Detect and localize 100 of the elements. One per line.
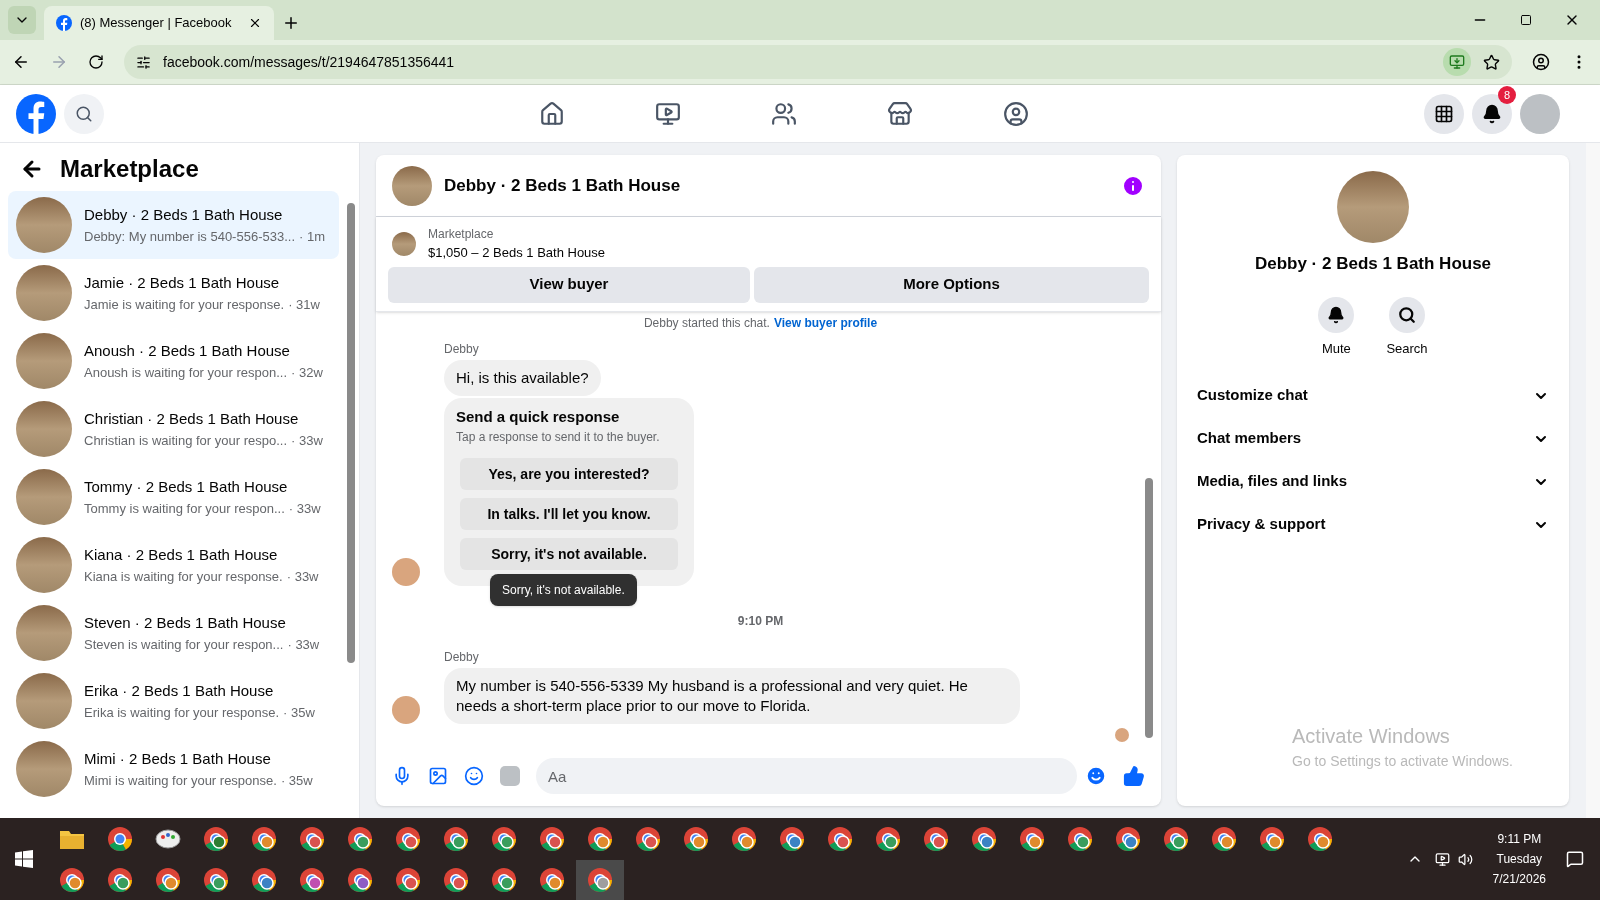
bookmark-star-icon[interactable] bbox=[1483, 53, 1500, 71]
home-icon[interactable] bbox=[539, 100, 565, 127]
details-section[interactable]: Media, files and links bbox=[1193, 460, 1553, 503]
address-bar[interactable]: facebook.com/messages/t/2194647851356441 bbox=[124, 45, 1512, 79]
browser-icon[interactable] bbox=[395, 866, 421, 893]
store-icon[interactable] bbox=[887, 100, 913, 127]
windows-start-icon[interactable] bbox=[15, 850, 33, 868]
browser-icon[interactable] bbox=[443, 825, 469, 852]
like-icon[interactable] bbox=[1123, 765, 1145, 787]
action-button[interactable]: More Options bbox=[754, 266, 1149, 303]
chat-list-item[interactable]: Tommy · 2 Beds 1 Bath House Tommy is waiting for your respon... · 33w bbox=[8, 463, 339, 531]
microphone-icon[interactable] bbox=[392, 766, 412, 786]
browser-icon[interactable] bbox=[1259, 825, 1285, 852]
browser-icon[interactable] bbox=[107, 825, 133, 852]
sticker-icon[interactable] bbox=[464, 766, 484, 786]
clock[interactable]: 9:11 PM Tuesday 7/21/2026 bbox=[1484, 829, 1554, 889]
quick-response-option[interactable]: Sorry, it's not available. bbox=[460, 538, 678, 570]
menu-button[interactable] bbox=[1424, 93, 1464, 134]
browser-icon[interactable] bbox=[683, 825, 709, 852]
bell-icon bbox=[1327, 305, 1346, 324]
chat-list-item[interactable]: Mimi · 2 Beds 1 Bath House Mimi is waiting for your response. · 35w bbox=[8, 735, 339, 803]
chat-preview: Erika is waiting for your response. bbox=[84, 703, 280, 722]
quick-response-option[interactable]: In talks. I'll let you know. bbox=[460, 498, 678, 530]
browser-icon[interactable] bbox=[539, 825, 565, 852]
browser-icon[interactable] bbox=[203, 825, 229, 852]
image-icon[interactable] bbox=[428, 766, 448, 786]
search-icon bbox=[1398, 305, 1416, 324]
browser-icon[interactable] bbox=[491, 866, 517, 893]
chat-list-item[interactable]: Anoush · 2 Beds 1 Bath House Anoush is waiting for your respon... · 32w bbox=[8, 327, 339, 395]
browser-icon[interactable] bbox=[347, 866, 373, 893]
browser-icon[interactable] bbox=[251, 825, 277, 852]
browser-icon[interactable] bbox=[155, 866, 181, 893]
video-icon[interactable] bbox=[655, 100, 681, 127]
browser-icon[interactable] bbox=[779, 825, 805, 852]
people-icon[interactable] bbox=[771, 100, 797, 127]
close-icon[interactable] bbox=[248, 16, 262, 30]
scrollbar[interactable] bbox=[1586, 143, 1600, 818]
conversation-title: Debby · 2 Beds 1 Bath House bbox=[444, 174, 682, 197]
browser-icon[interactable] bbox=[491, 825, 517, 852]
browser-icon[interactable] bbox=[251, 866, 277, 893]
browser-icon[interactable] bbox=[347, 825, 373, 852]
browser-icon[interactable] bbox=[1163, 825, 1189, 852]
back-icon[interactable] bbox=[12, 53, 30, 71]
tooltip: Sorry, it's not available. bbox=[490, 574, 637, 606]
browser-icon[interactable] bbox=[587, 825, 613, 852]
browser-icon[interactable] bbox=[1067, 825, 1093, 852]
facebook-logo-icon[interactable] bbox=[16, 93, 56, 134]
browser-icon[interactable] bbox=[875, 825, 901, 852]
details-title: Debby · 2 Beds 1 Bath House bbox=[1254, 253, 1492, 275]
browser-icon[interactable] bbox=[635, 825, 661, 852]
browser-icon[interactable] bbox=[299, 825, 325, 852]
emoji-icon[interactable] bbox=[1085, 765, 1107, 787]
browser-icon[interactable] bbox=[1307, 825, 1333, 852]
reload-icon[interactable] bbox=[88, 54, 104, 70]
chat-list-item[interactable]: Steven · 2 Beds 1 Bath House Steven is waiting for your respon... · 33w bbox=[8, 599, 339, 667]
restore-icon[interactable] bbox=[1520, 14, 1532, 26]
browser-icon[interactable] bbox=[1211, 825, 1237, 852]
browser-icon[interactable] bbox=[443, 866, 469, 893]
chat-list-item[interactable]: Erika · 2 Beds 1 Bath House Erika is waiting for your response. · 35w bbox=[8, 667, 339, 735]
action-button[interactable]: View buyer bbox=[388, 266, 750, 303]
browser-icon[interactable] bbox=[731, 825, 757, 852]
chat-list-item[interactable]: Christian · 2 Beds 1 Bath House Christian is waiting for your respo... · 33w bbox=[8, 395, 339, 463]
chat-list-item[interactable]: Debby · 2 Beds 1 Bath House Debby: My number is 540-556-533... · 1m bbox=[8, 191, 339, 259]
photo-placeholder bbox=[16, 401, 72, 457]
browser-icon[interactable] bbox=[107, 866, 133, 893]
install-icon[interactable] bbox=[1449, 54, 1465, 70]
photo-placeholder bbox=[16, 673, 72, 729]
details-section[interactable]: Privacy & support bbox=[1193, 503, 1553, 546]
details-section[interactable]: Chat members bbox=[1193, 417, 1553, 460]
browser-icon[interactable] bbox=[299, 866, 325, 893]
chat-preview: Mimi is waiting for your response. bbox=[84, 771, 277, 790]
browser-icon[interactable] bbox=[203, 866, 229, 893]
volume-icon[interactable] bbox=[1457, 851, 1473, 867]
tab-search-button[interactable] bbox=[8, 6, 36, 34]
browser-tab[interactable]: (8) Messenger | Facebook bbox=[44, 6, 274, 40]
chat-list-item[interactable]: Jamie · 2 Beds 1 Bath House Jamie is waiting for your response. · 31w bbox=[8, 259, 339, 327]
browser-icon[interactable] bbox=[539, 866, 565, 893]
browser-icon[interactable] bbox=[1115, 825, 1141, 852]
notifications-icon[interactable] bbox=[1566, 850, 1584, 868]
browser-icon[interactable] bbox=[923, 825, 949, 852]
browser-icon[interactable] bbox=[827, 825, 853, 852]
browser-icon[interactable] bbox=[971, 825, 997, 852]
notification-badge: 8 bbox=[1497, 85, 1516, 104]
details-section[interactable]: Customize chat bbox=[1193, 374, 1553, 417]
search-button[interactable] bbox=[64, 93, 104, 134]
chat-time: · 33w bbox=[288, 499, 321, 518]
site-settings-icon[interactable] bbox=[136, 54, 151, 70]
message-input[interactable]: Aa bbox=[536, 758, 1077, 794]
new-tab-icon[interactable] bbox=[282, 14, 300, 32]
view-buyer-profile-link[interactable]: View buyer profile bbox=[773, 313, 878, 332]
quick-response-option[interactable]: Yes, are you interested? bbox=[460, 458, 678, 490]
chat-time: · 33w bbox=[287, 635, 320, 654]
chat-list-item[interactable]: Kiana · 2 Beds 1 Bath House Kiana is waiting for your response. · 33w bbox=[8, 531, 339, 599]
notifications-button[interactable] bbox=[1472, 93, 1512, 134]
browser-icon[interactable] bbox=[1019, 825, 1045, 852]
browser-icon[interactable] bbox=[395, 825, 421, 852]
chat-name: Anoush · 2 Beds 1 Bath House bbox=[84, 341, 291, 361]
profile-icon[interactable] bbox=[1532, 53, 1550, 71]
browser-icon[interactable] bbox=[59, 866, 85, 893]
browser-icon[interactable] bbox=[587, 866, 613, 893]
